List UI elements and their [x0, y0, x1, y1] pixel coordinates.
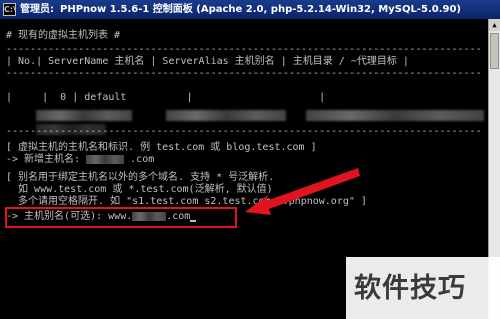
watermark: 软件技巧 [354, 273, 466, 304]
